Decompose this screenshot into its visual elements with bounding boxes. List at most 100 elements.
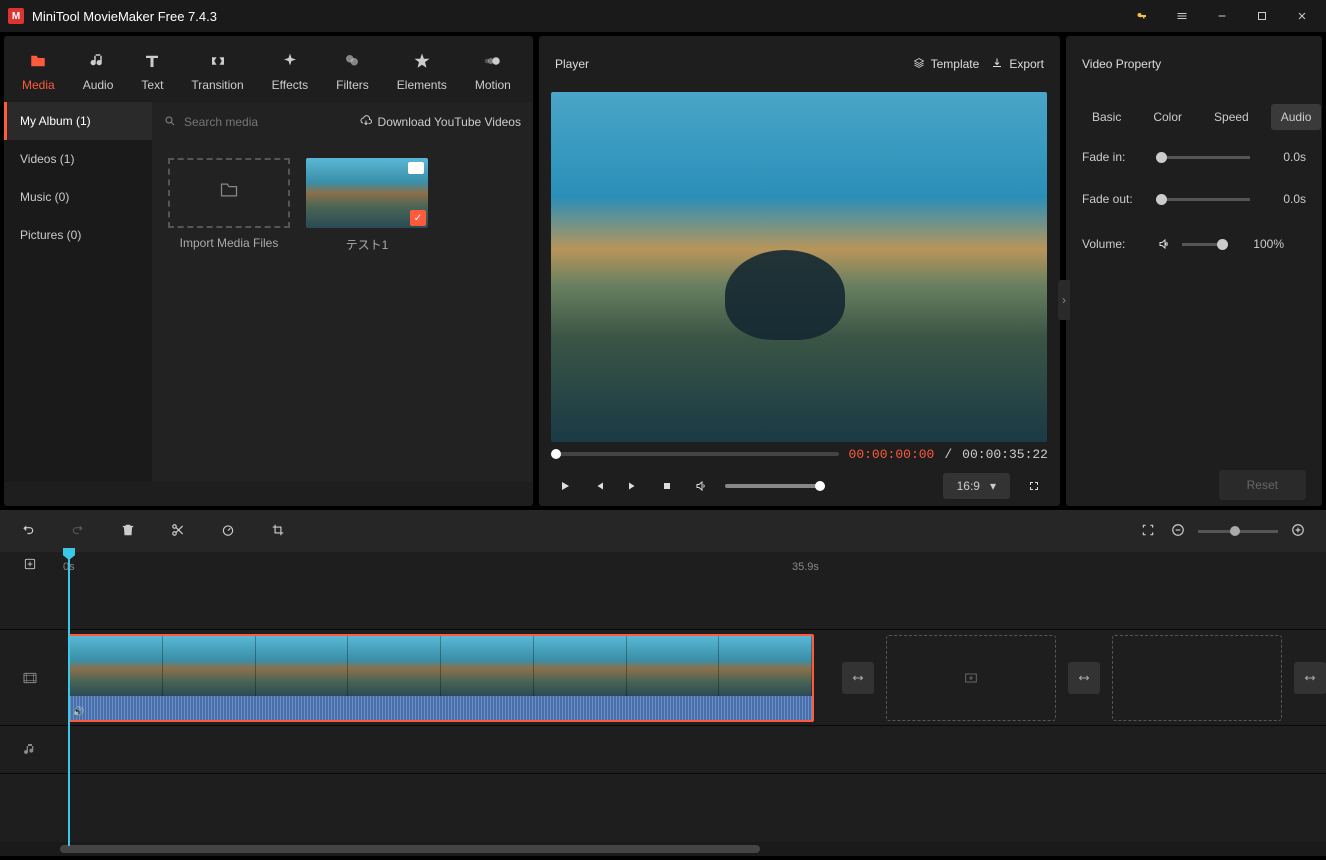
- volume-slider[interactable]: [725, 484, 825, 488]
- app-title: MiniTool MovieMaker Free 7.4.3: [32, 9, 1118, 24]
- mute-button[interactable]: [691, 476, 711, 496]
- volume-label: Volume:: [1082, 237, 1146, 251]
- thumb-label: テスト1: [346, 236, 389, 253]
- export-button[interactable]: Export: [991, 57, 1044, 72]
- undo-button[interactable]: [18, 523, 38, 540]
- tab-label: Transition: [191, 78, 243, 92]
- tab-motion[interactable]: Motion: [461, 44, 525, 98]
- split-button[interactable]: [168, 523, 188, 540]
- export-icon: [991, 57, 1003, 72]
- scrub-bar[interactable]: [551, 452, 839, 456]
- minimize-button[interactable]: [1206, 0, 1238, 32]
- redo-button[interactable]: [68, 523, 88, 540]
- audio-track-icon: [0, 742, 60, 758]
- fadeout-value: 0.0s: [1260, 192, 1306, 206]
- timeline-clip-1[interactable]: 🔊: [68, 634, 814, 722]
- music-note-icon: [87, 50, 109, 72]
- scrollbar-thumb[interactable]: [60, 845, 760, 853]
- fadeout-slider[interactable]: [1156, 198, 1250, 201]
- folder-icon: [27, 50, 49, 72]
- timeline-scrollbar[interactable]: [0, 842, 1326, 856]
- speed-button[interactable]: [218, 523, 238, 540]
- zoom-out-button[interactable]: [1168, 523, 1188, 540]
- tab-transition[interactable]: Transition: [177, 44, 257, 98]
- tab-filters[interactable]: Filters: [322, 44, 383, 98]
- tab-media[interactable]: Media: [8, 44, 69, 98]
- play-button[interactable]: [555, 476, 575, 496]
- video-preview[interactable]: [551, 92, 1047, 442]
- empty-clip-slot-2[interactable]: [1112, 635, 1282, 721]
- layers-icon: [913, 57, 925, 72]
- main-toolbar: Media Audio Text Transition Effects Filt…: [4, 36, 533, 102]
- search-input[interactable]: [184, 115, 352, 129]
- zoom-in-button[interactable]: [1288, 523, 1308, 540]
- reset-button[interactable]: Reset: [1219, 470, 1306, 500]
- prev-frame-button[interactable]: [589, 476, 609, 496]
- tab-effects[interactable]: Effects: [258, 44, 322, 98]
- close-button[interactable]: [1286, 0, 1318, 32]
- clip-audio-icon: 🔊: [72, 707, 84, 718]
- yt-link-label: Download YouTube Videos: [378, 115, 521, 129]
- collapse-property-button[interactable]: ›: [1058, 280, 1070, 320]
- motion-icon: [482, 50, 504, 72]
- speaker-icon[interactable]: [1156, 234, 1172, 254]
- star-icon: [411, 50, 433, 72]
- sidebar-item-music[interactable]: Music (0): [4, 178, 152, 216]
- timeline-ruler[interactable]: 0s 35.9s: [0, 552, 1326, 582]
- volume-handle[interactable]: [815, 481, 825, 491]
- maximize-button[interactable]: [1246, 0, 1278, 32]
- circles-icon: [341, 50, 363, 72]
- transition-slot-1[interactable]: [842, 662, 874, 694]
- slider-handle[interactable]: [1156, 152, 1167, 163]
- next-frame-button[interactable]: [623, 476, 643, 496]
- tab-label: Elements: [397, 78, 447, 92]
- fit-zoom-button[interactable]: [1138, 523, 1158, 540]
- tab-text[interactable]: Text: [127, 44, 177, 98]
- folder-plus-icon: [219, 180, 239, 206]
- stop-button[interactable]: [657, 476, 677, 496]
- media-thumb-1[interactable]: ✓ テスト1: [306, 158, 428, 253]
- video-track-icon: [0, 670, 60, 686]
- volume-prop-slider[interactable]: [1182, 243, 1228, 246]
- fadein-value: 0.0s: [1260, 150, 1306, 164]
- app-logo: M: [8, 8, 24, 24]
- crop-button[interactable]: [268, 523, 288, 540]
- zoom-slider[interactable]: [1198, 530, 1278, 533]
- fullscreen-button[interactable]: [1024, 476, 1044, 496]
- sidebar-item-myalbum[interactable]: My Album (1): [4, 102, 152, 140]
- menu-icon[interactable]: [1166, 0, 1198, 32]
- prop-tab-basic[interactable]: Basic: [1082, 104, 1131, 130]
- time-sep: /: [944, 447, 952, 462]
- prop-tab-color[interactable]: Color: [1143, 104, 1192, 130]
- download-youtube-link[interactable]: Download YouTube Videos: [360, 115, 521, 130]
- tab-elements[interactable]: Elements: [383, 44, 461, 98]
- playhead[interactable]: [68, 556, 70, 846]
- add-track-button[interactable]: [18, 552, 42, 576]
- zoom-handle[interactable]: [1230, 526, 1240, 536]
- tab-label: Effects: [272, 78, 308, 92]
- aspect-value: 16:9: [957, 479, 980, 493]
- delete-button[interactable]: [118, 523, 138, 540]
- sidebar-item-pictures[interactable]: Pictures (0): [4, 216, 152, 254]
- aspect-select[interactable]: 16:9▾: [943, 473, 1010, 499]
- prop-tab-audio[interactable]: Audio: [1271, 104, 1322, 130]
- tab-label: Filters: [336, 78, 369, 92]
- import-media-button[interactable]: Import Media Files: [168, 158, 290, 253]
- slider-handle[interactable]: [1217, 239, 1228, 250]
- empty-clip-slot-1[interactable]: [886, 635, 1056, 721]
- transition-slot-3[interactable]: [1294, 662, 1326, 694]
- tab-label: Text: [141, 78, 163, 92]
- template-label: Template: [931, 57, 980, 71]
- sidebar-item-videos[interactable]: Videos (1): [4, 140, 152, 178]
- slider-handle[interactable]: [1156, 194, 1167, 205]
- fadeout-label: Fade out:: [1082, 192, 1146, 206]
- fadein-slider[interactable]: [1156, 156, 1250, 159]
- ruler-label-end: 35.9s: [792, 561, 819, 573]
- volume-value: 100%: [1238, 237, 1284, 251]
- prop-tab-speed[interactable]: Speed: [1204, 104, 1259, 130]
- scrub-handle[interactable]: [551, 449, 561, 459]
- template-button[interactable]: Template: [913, 57, 980, 72]
- transition-slot-2[interactable]: [1068, 662, 1100, 694]
- tab-audio[interactable]: Audio: [69, 44, 128, 98]
- key-icon[interactable]: [1126, 0, 1158, 32]
